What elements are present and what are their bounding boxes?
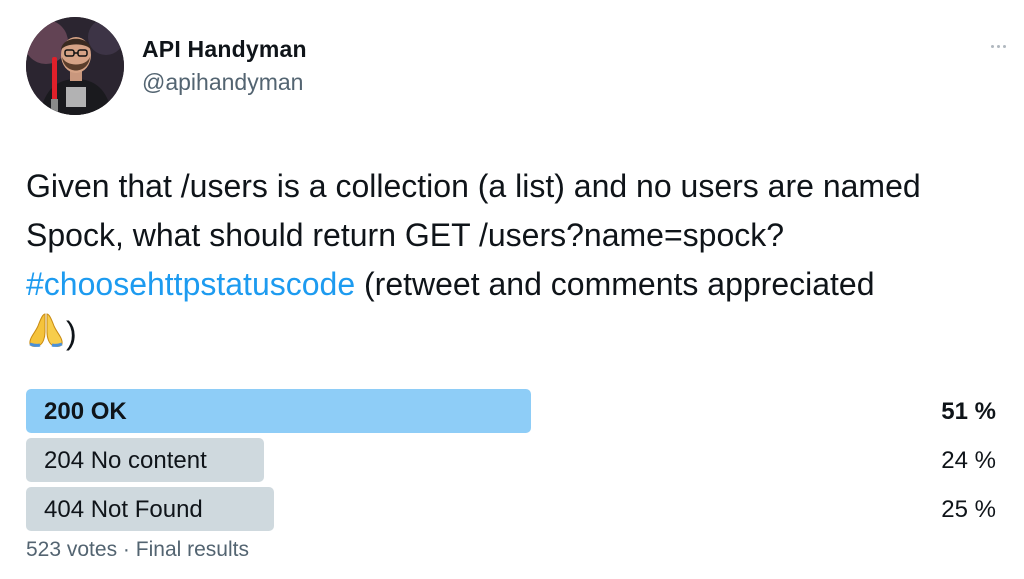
more-dot-icon [990,44,994,48]
poll-option-percent: 24 % [941,447,996,474]
poll-option-label: 200 OK [44,398,127,425]
poll-votes: 523 votes [26,538,118,561]
avatar-image [26,17,124,115]
more-dot-icon [996,44,1000,48]
poll-meta: 523 votes · Final results [26,538,249,562]
tweet-text-part1: Given that /users is a collection (a lis… [26,168,921,253]
poll-option: 404 Not Found 25 % [26,487,996,531]
poll-option-percent: 51 % [941,398,996,425]
poll-option: 200 OK 51 % [26,389,996,433]
more-options-button[interactable] [986,34,1010,58]
author-handle[interactable]: @apihandyman [142,69,303,96]
poll-option: 204 No content 24 % [26,438,996,482]
hashtag-link[interactable]: #choosehttpstatuscode [26,266,355,302]
poll: 200 OK 51 % 204 No content 24 % 404 Not … [26,389,996,536]
avatar[interactable] [26,17,124,115]
poll-option-percent: 25 % [941,496,996,523]
poll-separator: · [122,538,130,561]
more-dot-icon [1002,44,1006,48]
poll-option-label: 404 Not Found [44,496,203,523]
tweet-text-part2: (retweet and comments appreciated [355,266,875,302]
tweet-card: API Handyman @apihandyman Given that /us… [0,0,1024,579]
author-name[interactable]: API Handyman [142,36,307,63]
poll-option-label: 204 No content [44,447,207,474]
tweet-text-part3: ) [66,315,77,351]
tweet-text: Given that /users is a collection (a lis… [26,162,1006,358]
poll-status: Final results [135,538,249,561]
folded-hands-icon [26,312,66,348]
